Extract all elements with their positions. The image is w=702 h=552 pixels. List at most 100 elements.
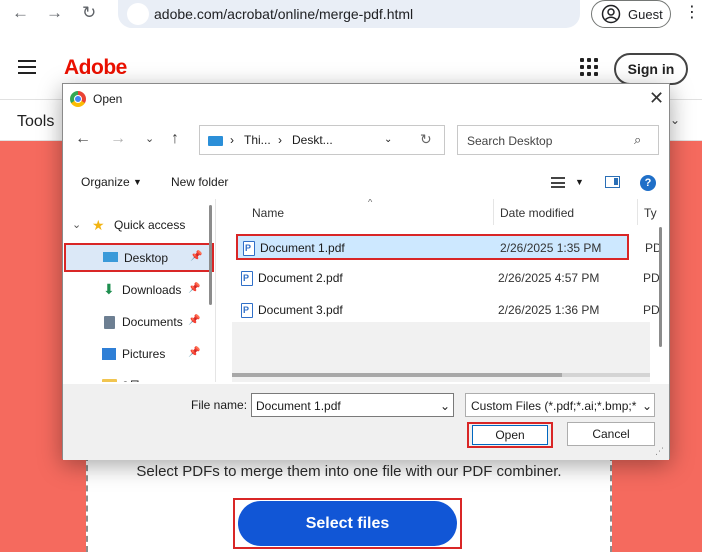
tools-menu[interactable]: Tools <box>17 113 54 131</box>
dialog-navigation-row: ← → ⌄ ↑ › Thi... › Deskt... ⌄ ↻ Search D… <box>63 122 669 158</box>
nav-item-label: Desktop <box>124 251 169 265</box>
file-type: PD <box>643 271 660 285</box>
chevron-down-icon[interactable]: ⌄ <box>670 113 680 127</box>
file-row-selected[interactable]: Document 1.pdf2/26/2025 1:35 PMPD <box>236 234 662 260</box>
profile-icon <box>601 4 621 24</box>
pin-icon: 📌 <box>188 283 201 294</box>
file-row[interactable]: Document 3.pdf 2/26/2025 1:36 PM PD <box>236 298 660 324</box>
back-icon[interactable]: ← <box>75 130 91 148</box>
refresh-icon[interactable]: ↻ <box>420 131 432 148</box>
new-folder-button[interactable]: New folder <box>171 175 228 189</box>
drop-zone-text: Select PDFs to merge them into one file … <box>136 463 562 480</box>
sign-in-button[interactable]: Sign in <box>614 53 688 85</box>
browser-toolbar: ← → ↻ adobe.com/acrobat/online/merge-pdf… <box>0 0 702 28</box>
star-icon: ★ <box>92 217 105 233</box>
search-icon: ⌕ <box>634 132 642 147</box>
dialog-title: Open <box>93 92 123 106</box>
hamburger-icon[interactable] <box>18 60 36 78</box>
file-row[interactable]: Document 2.pdf 2/26/2025 4:57 PM PD <box>236 266 660 292</box>
file-date: 2/26/2025 4:57 PM <box>498 271 600 285</box>
back-icon[interactable]: ← <box>12 3 29 23</box>
nav-item-label: Documents <box>122 315 183 329</box>
breadcrumb-separator: › <box>278 133 282 147</box>
file-list-pane: ^ Name Date modified Ty Document 1.pdf 2/… <box>219 199 669 382</box>
file-name: Document 3.pdf <box>258 303 343 317</box>
column-header-name[interactable]: Name <box>252 206 284 232</box>
file-list-vertical-scrollbar[interactable] <box>659 227 662 347</box>
address-dropdown-icon[interactable]: ⌄ <box>384 134 392 145</box>
nav-item-pictures[interactable]: Pictures 📌 <box>64 342 214 368</box>
pin-icon: 📌 <box>188 315 201 326</box>
recent-locations-icon[interactable]: ⌄ <box>145 130 154 148</box>
column-divider[interactable] <box>637 199 638 225</box>
file-date: 2/26/2025 1:35 PM <box>500 241 602 255</box>
file-type-select[interactable]: Custom Files (*.pdf;*.ai;*.bmp;* ⌄ <box>465 393 655 417</box>
desktop-icon <box>103 252 118 262</box>
downloads-icon: ⬇ <box>103 281 115 297</box>
nav-item-label: Downloads <box>122 283 182 297</box>
dialog-address-bar[interactable]: › Thi... › Deskt... ⌄ ↻ <box>199 125 445 155</box>
breadcrumb-separator: › <box>230 133 234 147</box>
nav-quick-access[interactable]: ⌄ ★ Quick access <box>64 213 214 239</box>
pictures-icon <box>102 348 116 360</box>
column-header-date[interactable]: Date modified <box>500 206 574 232</box>
profile-label: Guest <box>628 7 663 22</box>
breadcrumb-desktop[interactable]: Deskt... <box>292 133 333 147</box>
reload-icon[interactable]: ↻ <box>82 3 96 23</box>
help-icon[interactable]: ? <box>640 175 656 191</box>
column-divider[interactable] <box>493 199 494 225</box>
nav-item-folder[interactable]: 2月 <box>64 372 214 382</box>
select-files-button[interactable]: Select files <box>238 501 457 546</box>
file-list-horizontal-scrollbar[interactable] <box>232 373 650 377</box>
cancel-button[interactable]: Cancel <box>567 422 655 446</box>
navigation-pane: ⌄ ★ Quick access Desktop 📌 ⬇ Downloads 📌… <box>64 199 216 382</box>
resize-grip-icon[interactable]: ⋰ <box>655 446 664 457</box>
dialog-command-bar: Organize ▼ New folder ▼ ? <box>63 170 669 196</box>
nav-item-desktop[interactable]: Desktop 📌 <box>64 243 214 272</box>
organize-caret-icon[interactable]: ▼ <box>133 177 142 187</box>
browser-menu-icon[interactable]: ⋮ <box>684 3 700 23</box>
search-placeholder: Search Desktop <box>467 134 553 148</box>
dialog-bottom-bar: File name: Document 1.pdf ⌄ Custom Files… <box>63 384 669 460</box>
organize-button[interactable]: Organize <box>81 175 130 189</box>
pdf-file-icon <box>241 303 253 318</box>
nav-quick-access-label: Quick access <box>114 218 186 232</box>
nav-item-documents[interactable]: Documents 📌 <box>64 310 214 336</box>
file-type-value: Custom Files (*.pdf;*.ai;*.bmp;* <box>471 399 637 413</box>
folder-icon <box>102 379 117 382</box>
nav-scrollbar[interactable] <box>209 205 212 305</box>
up-folder-icon[interactable]: ↑ <box>171 130 179 148</box>
file-name-input[interactable]: Document 1.pdf ⌄ <box>251 393 454 417</box>
forward-icon[interactable]: → <box>110 130 126 148</box>
url-text: adobe.com/acrobat/online/merge-pdf.html <box>154 6 414 22</box>
address-bar[interactable]: adobe.com/acrobat/online/merge-pdf.html <box>118 0 580 28</box>
pin-icon: 📌 <box>190 251 203 262</box>
pdf-file-icon <box>241 271 253 286</box>
file-name-label: File name: <box>191 398 248 412</box>
open-button[interactable]: Open <box>472 425 548 445</box>
nav-item-label: 2月 <box>122 377 141 382</box>
pin-icon: 📌 <box>188 347 201 358</box>
view-caret-icon[interactable]: ▼ <box>575 177 584 187</box>
file-date: 2/26/2025 1:36 PM <box>498 303 600 317</box>
app-switcher-icon[interactable] <box>580 58 598 76</box>
file-name: Document 2.pdf <box>258 271 343 285</box>
nav-item-label: Pictures <box>122 347 166 361</box>
chevron-down-icon[interactable]: ⌄ <box>642 399 652 413</box>
preview-pane-icon[interactable] <box>605 176 620 188</box>
chevron-down-icon[interactable]: ⌄ <box>440 399 450 413</box>
this-pc-icon <box>208 136 223 146</box>
nav-item-downloads[interactable]: ⬇ Downloads 📌 <box>64 278 214 304</box>
forward-icon[interactable]: → <box>46 3 63 23</box>
search-desktop-input[interactable]: Search Desktop ⌕ <box>457 125 659 155</box>
breadcrumb-this-pc[interactable]: Thi... <box>244 133 271 147</box>
view-options-icon[interactable] <box>551 177 565 188</box>
close-icon[interactable]: ✕ <box>649 88 664 108</box>
site-info-icon[interactable] <box>127 3 149 25</box>
profile-button[interactable]: Guest <box>591 0 671 28</box>
adobe-logo[interactable]: Adobe <box>64 56 127 80</box>
column-header-type[interactable]: Ty <box>644 206 657 232</box>
documents-icon <box>104 316 115 329</box>
chevron-down-icon[interactable]: ⌄ <box>72 218 81 231</box>
file-type: PD <box>643 303 660 317</box>
